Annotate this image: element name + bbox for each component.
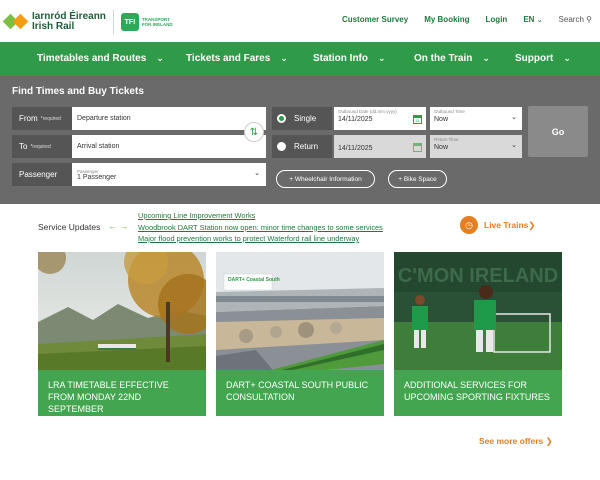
- service-update-link[interactable]: Woodbrook DART Station now open: minor t…: [138, 222, 383, 234]
- from-label: From *required: [12, 107, 72, 130]
- service-updates-pager: ← →: [108, 221, 129, 231]
- card-caption: LRA TIMETABLE EFFECTIVE FROM MONDAY 22ND…: [38, 370, 206, 416]
- search-label: Search: [558, 15, 584, 24]
- card-caption: DART+ COASTAL SOUTH PUBLIC CONSULTATION: [216, 370, 384, 416]
- return-date-value: 14/11/2025: [338, 145, 373, 152]
- swap-stations-icon[interactable]: ⇅: [244, 122, 264, 142]
- bike-space-button[interactable]: + Bike Space: [388, 170, 447, 188]
- irish-rail-logo-mark-icon: [2, 12, 29, 32]
- chevron-down-icon: ⌄: [156, 53, 164, 63]
- service-updates-label: Service Updates: [38, 222, 101, 232]
- outbound-date-input[interactable]: Outbound Date (dd.mm.yyyy) 14/11/2025 31: [334, 107, 426, 130]
- return-date-input[interactable]: 14/11/2025: [334, 135, 426, 158]
- language-value: EN: [523, 15, 535, 24]
- search-icon: ⚲: [586, 15, 592, 24]
- outbound-date-caption: Outbound Date (dd.mm.yyyy): [338, 109, 397, 114]
- passenger-label: Passenger: [12, 163, 72, 186]
- return-time-caption: Return Time: [434, 137, 459, 142]
- calendar-icon: [413, 143, 422, 152]
- nav-tickets-and-fares[interactable]: Tickets and Fares ⌄: [186, 53, 288, 64]
- site-header: Iarnród Éireann Irish Rail TFI TRANSPORT…: [0, 0, 600, 42]
- chevron-down-icon: ⌄: [254, 170, 260, 177]
- chevron-down-icon: ⌄: [511, 142, 517, 149]
- card-image-football-match: C'MON IRELAND: [394, 252, 562, 374]
- top-utility-links: Customer Survey My Booking Login EN ⌄ Se…: [326, 15, 592, 24]
- card-image-countryside-train: [38, 252, 206, 374]
- nav-label: Support: [515, 53, 554, 64]
- chevron-down-icon: ⌄: [378, 53, 386, 63]
- see-more-offers-link[interactable]: See more offers ❯: [479, 436, 553, 447]
- nav-station-info[interactable]: Station Info ⌄: [313, 53, 386, 64]
- live-trains-link[interactable]: ◷ Live Trains❯: [460, 216, 536, 234]
- logo-line-2: Irish Rail: [32, 21, 75, 32]
- logo-divider: [112, 10, 114, 34]
- return-radio[interactable]: Return: [272, 135, 332, 158]
- to-label: To *required: [12, 135, 72, 158]
- outbound-time-caption: Outbound Time: [434, 109, 465, 114]
- news-card[interactable]: DART+ Coastal South DART+ COASTAL SOUTH …: [216, 252, 384, 416]
- outbound-time-select[interactable]: Outbound Time Now ⌄: [430, 107, 522, 130]
- tfi-logo-icon: TFI: [120, 13, 139, 31]
- to-station-input[interactable]: Arrival station: [72, 135, 266, 158]
- chevron-down-icon: ⌄: [563, 53, 571, 63]
- search-button[interactable]: Search ⚲: [559, 15, 592, 24]
- news-card[interactable]: LRA TIMETABLE EFFECTIVE FROM MONDAY 22ND…: [38, 252, 206, 416]
- nav-label: Station Info: [313, 53, 368, 64]
- tfi-logo-text: TRANSPORT FOR IRELAND: [141, 17, 173, 27]
- live-trains-label: Live Trains❯: [484, 219, 536, 230]
- nav-on-the-train[interactable]: On the Train ⌄: [414, 53, 490, 64]
- irish-rail-logo[interactable]: Iarnród Éireann Irish Rail TFI TRANSPORT…: [2, 10, 174, 34]
- news-card[interactable]: C'MON IRELAND ADDITIONAL SERVICES FOR UP…: [394, 252, 562, 416]
- arrow-right-icon[interactable]: →: [120, 221, 129, 231]
- outbound-date-value: 14/11/2025: [338, 116, 373, 123]
- passenger-value: 1 Passenger: [77, 173, 117, 181]
- card-caption: ADDITIONAL SERVICES FOR UPCOMING SPORTIN…: [394, 370, 562, 416]
- my-booking-link[interactable]: My Booking: [424, 15, 469, 24]
- return-time-select[interactable]: Return Time Now ⌄: [430, 135, 522, 158]
- dart-sign-text: DART+ Coastal South: [228, 277, 280, 283]
- service-updates-list: Upcoming Line Improvement Works Woodbroo…: [138, 210, 383, 245]
- card-image-coastal-dart: DART+ Coastal South: [216, 252, 384, 374]
- radio-unselected-icon: [277, 142, 286, 151]
- nav-label: Timetables and Routes: [37, 53, 147, 64]
- nav-label: On the Train: [414, 53, 473, 64]
- stadium-banner-text: C'MON IRELAND: [398, 265, 558, 287]
- arrow-left-icon[interactable]: ←: [108, 221, 117, 231]
- main-nav: Timetables and Routes ⌄ Tickets and Fares…: [0, 42, 600, 76]
- go-button[interactable]: Go: [528, 106, 588, 157]
- nav-label: Tickets and Fares: [186, 53, 271, 64]
- wheelchair-info-button[interactable]: + Wheelchair Information: [276, 170, 375, 188]
- nav-timetables-and-routes[interactable]: Timetables and Routes ⌄: [37, 53, 164, 64]
- chevron-down-icon: ⌄: [482, 53, 490, 63]
- nav-support[interactable]: Support ⌄: [515, 53, 571, 64]
- service-update-link[interactable]: Major flood prevention works to protect …: [138, 233, 383, 245]
- login-link[interactable]: Login: [486, 15, 508, 24]
- single-radio[interactable]: Single: [272, 107, 332, 130]
- chevron-down-icon: ⌄: [511, 114, 517, 121]
- radio-selected-icon: [277, 114, 286, 123]
- outbound-time-value: Now: [434, 116, 449, 123]
- calendar-icon[interactable]: 31: [413, 115, 422, 124]
- service-update-link[interactable]: Upcoming Line Improvement Works: [138, 210, 383, 222]
- planner-title: Find Times and Buy Tickets: [12, 86, 144, 97]
- clock-icon: ◷: [460, 216, 478, 234]
- return-time-value: Now: [434, 144, 449, 151]
- passenger-select[interactable]: Passenger 1 Passenger ⌄: [72, 163, 266, 186]
- customer-survey-link[interactable]: Customer Survey: [342, 15, 408, 24]
- chevron-down-icon: ⌄: [280, 53, 288, 63]
- chevron-down-icon: ⌄: [536, 17, 543, 24]
- language-selector[interactable]: EN ⌄: [523, 15, 542, 24]
- from-station-input[interactable]: Departure station: [72, 107, 266, 130]
